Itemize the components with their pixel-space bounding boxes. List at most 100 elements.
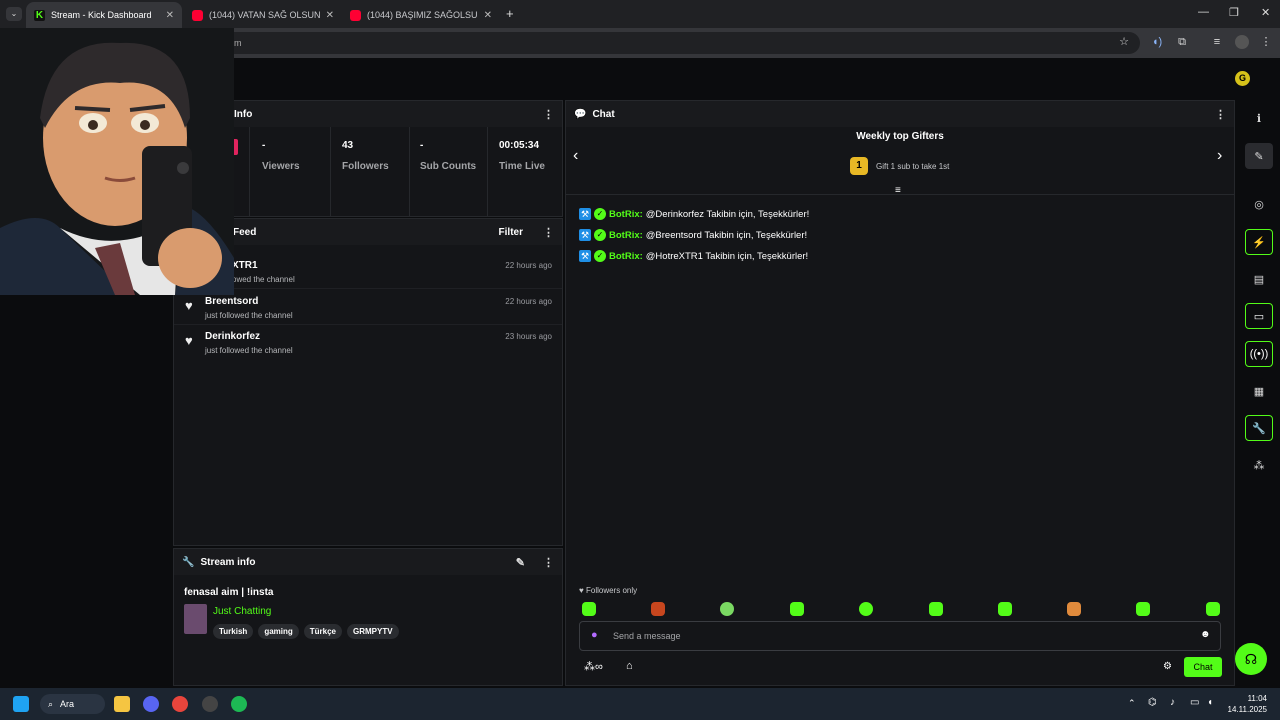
gifters-title: Weekly top Gifters <box>856 131 944 142</box>
close-icon[interactable]: ✕ <box>484 10 492 21</box>
stat-sub-counts: - Sub Counts <box>410 127 488 217</box>
chat-input[interactable]: ● Send a message ☻ <box>579 621 1221 651</box>
tag[interactable]: Türkçe <box>303 624 342 639</box>
url-text: m <box>234 38 242 48</box>
lightning-icon[interactable]: ⚡ <box>1245 229 1273 255</box>
stat-value: 43 <box>342 140 354 151</box>
feed-item-name: Derinkorfez <box>205 331 261 342</box>
more-options-icon[interactable]: ⋮ <box>543 108 554 121</box>
profile-avatar[interactable] <box>1235 35 1249 49</box>
tab-youtube-1[interactable]: (1044) VATAN SAĞ OLSUN | Ma ✕ <box>184 2 342 28</box>
tab-search-button[interactable]: ⌄ <box>6 7 22 21</box>
settings-gear-icon[interactable]: ⚙ <box>1163 661 1172 672</box>
queue-icon[interactable]: ≡ <box>1210 35 1224 49</box>
more-options-icon[interactable]: ⋮ <box>543 226 554 239</box>
emote-icon[interactable] <box>1067 602 1081 616</box>
chat-text: @Breentsord Takibin için, Teşekkürler! <box>645 229 808 241</box>
store-icon[interactable]: ⌂ <box>626 660 633 672</box>
emote-icon[interactable] <box>790 602 804 616</box>
clock[interactable]: 11:04 14.11.2025 <box>1225 693 1267 715</box>
file-explorer-icon[interactable] <box>114 696 130 712</box>
obs-icon[interactable] <box>202 696 218 712</box>
stat-label: Sub Counts <box>420 161 477 172</box>
volume-icon[interactable]: ◖ <box>1207 697 1213 708</box>
verified-badge-icon: ✓ <box>594 229 606 241</box>
more-options-icon[interactable]: ⋮ <box>543 556 554 569</box>
feed-item-name: XTR1 <box>232 260 258 271</box>
tag[interactable]: GRMPYTV <box>347 624 399 639</box>
microphone-icon[interactable]: ● <box>591 629 598 641</box>
chevron-left-icon[interactable]: ‹ <box>573 147 578 165</box>
support-headset-icon[interactable]: ☊ <box>1235 643 1267 675</box>
info-icon[interactable]: ℹ <box>1245 105 1273 131</box>
emote-icon[interactable] <box>582 602 596 616</box>
wrench-icon[interactable]: 🔧 <box>1245 415 1273 441</box>
network-icon[interactable]: ⌬ <box>1148 697 1157 708</box>
more-options-icon[interactable]: ⋮ <box>1215 108 1226 121</box>
emote-icon[interactable] <box>859 602 873 616</box>
kick-points-icon[interactable]: ⁂∞ <box>584 660 603 673</box>
browser-tab-strip: ⌄ K Stream - Kick Dashboard ✕ (1044) VAT… <box>0 0 1280 28</box>
discord-icon[interactable] <box>143 696 159 712</box>
chat-icon[interactable]: ▭ <box>1245 303 1273 329</box>
emote-icon[interactable] <box>720 602 734 616</box>
collapse-icon[interactable]: ≡ <box>895 185 901 196</box>
feed-item: ♥ Breentsord just followed the channel 2… <box>174 290 562 325</box>
close-window-icon[interactable]: ✕ <box>1261 6 1270 19</box>
restore-icon[interactable]: ❐ <box>1229 6 1239 19</box>
document-icon[interactable]: ▤ <box>1245 266 1273 292</box>
chat-username[interactable]: BotRix: <box>609 209 643 220</box>
edit-icon[interactable]: ✎ <box>1245 143 1273 169</box>
camera-icon[interactable]: ◎ <box>1245 191 1273 217</box>
filter-button[interactable]: Filter <box>499 227 523 238</box>
tray-chevron-up-icon[interactable]: ⌃ <box>1128 698 1136 709</box>
user-avatar-badge[interactable]: G <box>1235 71 1250 86</box>
share-icon[interactable]: ⁂ <box>1245 452 1273 478</box>
verified-badge-icon: ✓ <box>594 250 606 262</box>
tab-kick-dashboard[interactable]: K Stream - Kick Dashboard ✕ <box>26 2 182 28</box>
extensions-icon[interactable]: ⧉ <box>1175 35 1189 49</box>
chevron-right-icon[interactable]: › <box>1217 147 1222 165</box>
display-icon[interactable]: ▭ <box>1190 697 1199 708</box>
layout-icon[interactable]: ▦ <box>1245 378 1273 404</box>
tab-youtube-2[interactable]: (1044) BAŞIMIZ SAĞOLSUN BO ✕ <box>342 2 500 28</box>
emote-icon[interactable] <box>929 602 943 616</box>
panel-title: Chat <box>592 108 615 120</box>
stream-category[interactable]: Just Chatting <box>213 606 271 617</box>
send-chat-button[interactable]: Chat <box>1184 657 1222 677</box>
feed-item-time: 23 hours ago <box>505 332 552 341</box>
emote-icon[interactable] <box>1136 602 1150 616</box>
feed-item-subtitle: just followed the channel <box>205 311 293 320</box>
new-tab-button[interactable]: + <box>506 6 514 21</box>
microphone-tray-icon[interactable]: ♪ <box>1170 697 1175 708</box>
windows-taskbar <box>0 688 1280 720</box>
stat-viewers: - Viewers <box>250 127 331 217</box>
tag[interactable]: Turkish <box>213 624 254 639</box>
taskbar-search[interactable]: ⌕ Ara <box>40 694 105 714</box>
youtube-icon <box>350 9 361 21</box>
tag[interactable]: gaming <box>258 624 299 639</box>
chat-placeholder: Send a message <box>613 631 681 641</box>
close-icon[interactable]: ✕ <box>166 10 174 21</box>
broadcast-icon[interactable]: ((•)) <box>1245 341 1273 367</box>
bookmark-star-icon[interactable]: ☆ <box>1117 35 1131 49</box>
edit-pencil-icon[interactable]: ✎ <box>516 556 525 569</box>
windows-start-icon[interactable] <box>13 696 29 712</box>
panel-header: 🔧 Stream info ✎ ⋮ <box>174 549 562 575</box>
browser-menu-icon[interactable]: ⋮ <box>1259 35 1273 49</box>
chat-username[interactable]: BotRix: <box>609 251 643 262</box>
close-icon[interactable]: ✕ <box>326 10 334 21</box>
emote-icon[interactable] <box>998 602 1012 616</box>
emote-icon[interactable] <box>1206 602 1220 616</box>
emote-icon[interactable] <box>651 602 665 616</box>
chat-panel: 💬 Chat ⋮ Weekly top Gifters ‹ › 1 Gift 1… <box>565 100 1235 686</box>
stat-label: Time Live <box>499 161 545 172</box>
emoji-icon[interactable]: ☻ <box>1200 629 1211 640</box>
panel-header: 💬 Chat ⋮ <box>566 101 1234 127</box>
audio-playing-icon[interactable]: ◖) <box>1150 35 1164 49</box>
chat-username[interactable]: BotRix: <box>609 230 643 241</box>
chrome-icon[interactable] <box>172 696 188 712</box>
minimize-icon[interactable]: — <box>1198 6 1209 18</box>
stat-label: Followers <box>342 161 389 172</box>
spotify-icon[interactable] <box>231 696 247 712</box>
